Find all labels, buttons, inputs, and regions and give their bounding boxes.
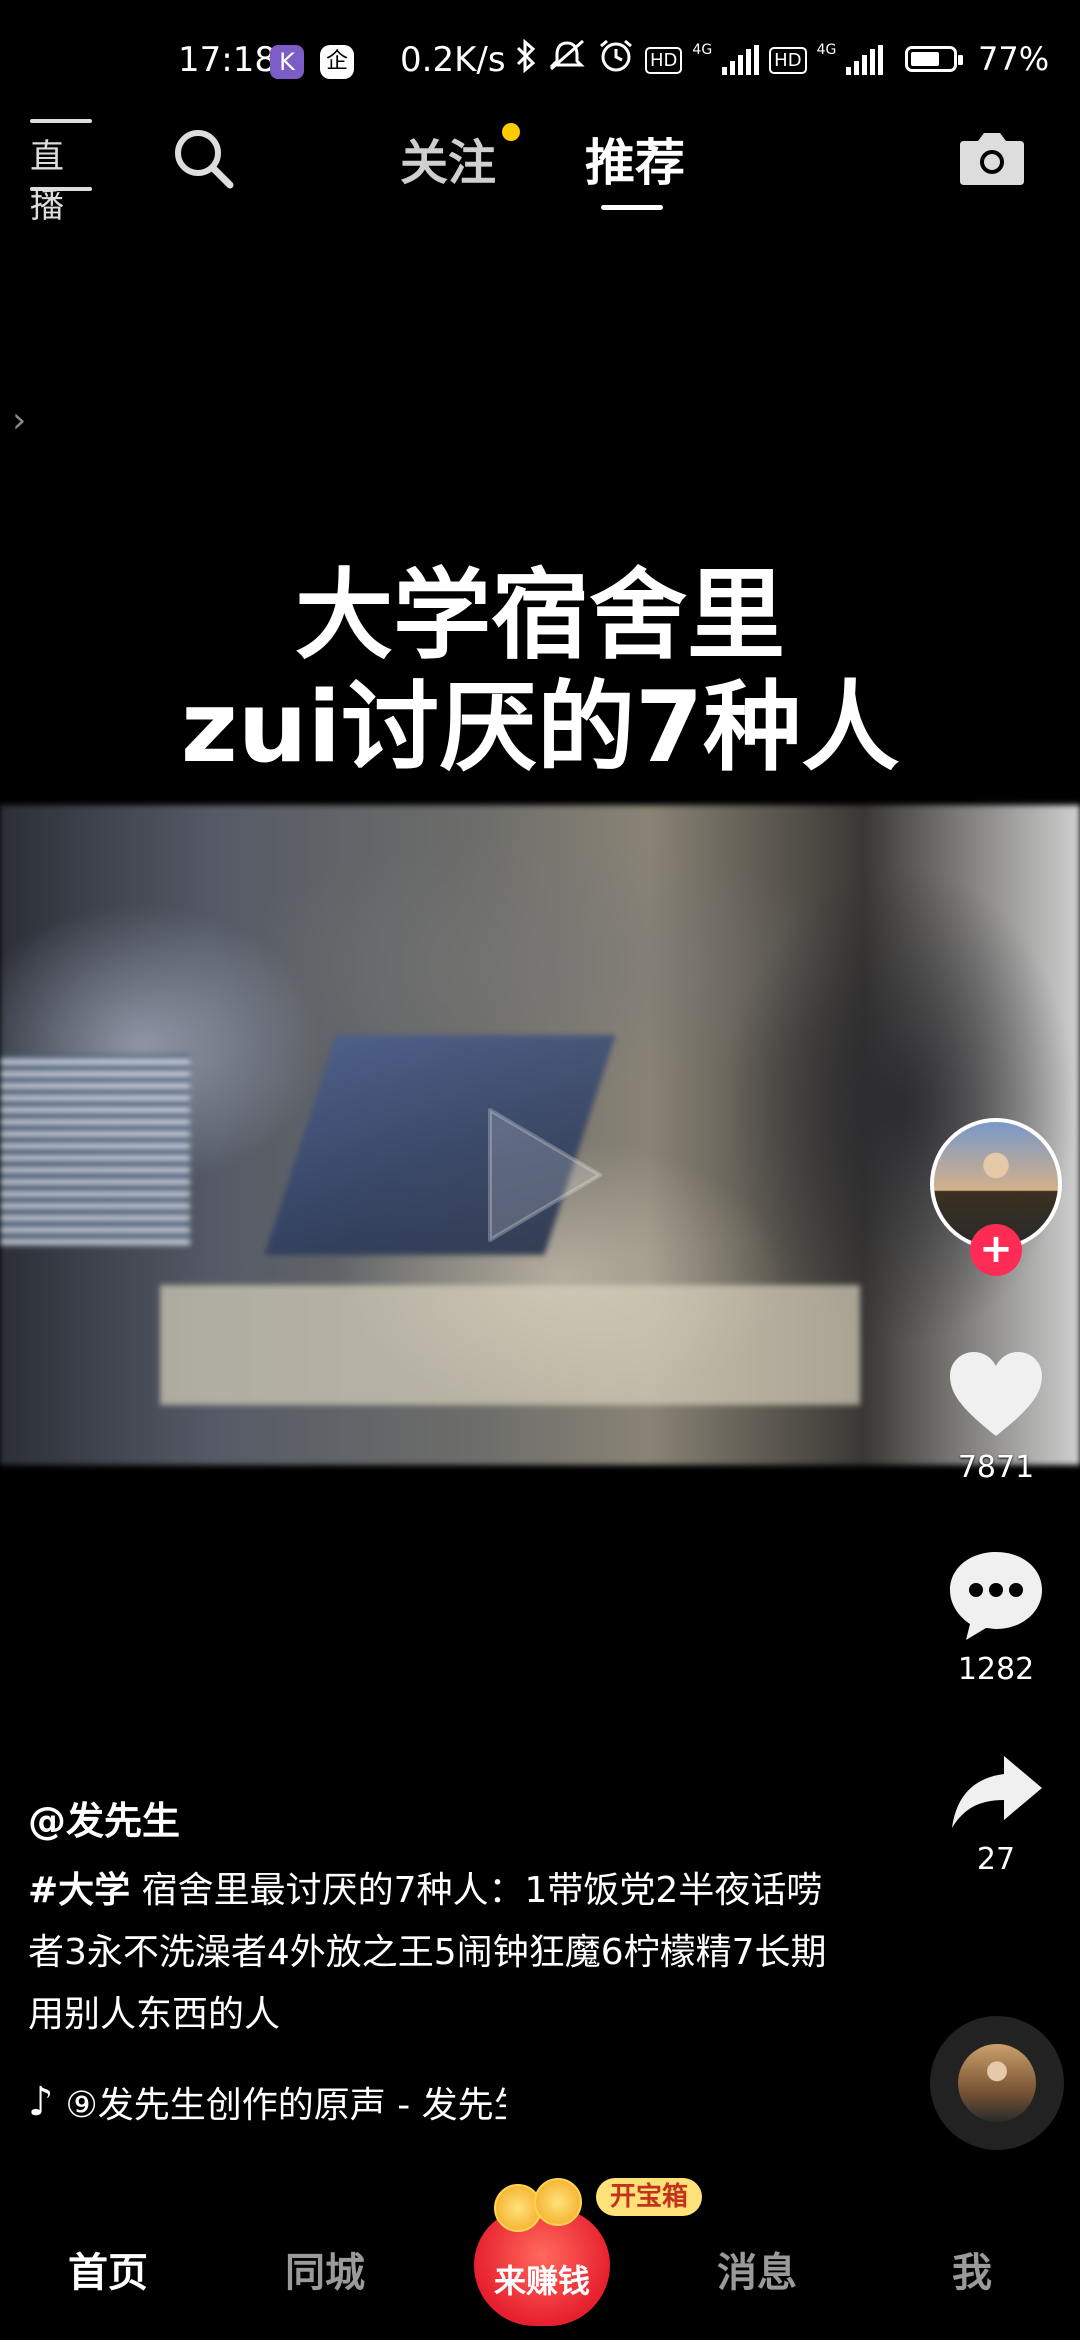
music-info[interactable]: ♪ ⑨发先生创作的原声 - 发先生 [28,2076,506,2128]
video-description: #大学 宿舍里最讨厌的7种人：1带饭党2半夜话唠者3永不洗澡者4外放之王5闹钟狂… [28,1860,828,2046]
comment-button[interactable]: 1282 [930,1548,1062,1687]
share-count: 27 [976,1842,1016,1877]
status-bar: 17:18 K 企 0.2K/s HD 4G HD 4G 77% [0,0,1080,120]
nav-home[interactable]: 首页 [68,2240,148,2298]
battery-icon [905,46,963,72]
earn-money-button[interactable]: 来赚钱 [474,2178,610,2328]
active-tab-indicator [601,205,663,210]
top-nav: 直播 关注 推荐 [0,115,1080,226]
network-speed: 0.2K/s [400,40,506,80]
network-type: 4G [692,42,713,58]
k-app-icon: K [270,45,304,79]
hd-badge: HD [769,46,807,74]
coin-icon [534,2178,582,2226]
new-content-dot [502,123,520,141]
hashtag-link[interactable]: #大学 [28,1870,130,1911]
alarm-icon [597,38,635,82]
network-type: 4G [816,42,837,58]
battery-percent: 77% [978,40,1050,78]
tab-recommend[interactable]: 推荐 [585,123,685,195]
hd-badge: HD [645,46,683,74]
music-disc[interactable] [930,2016,1064,2150]
share-icon [930,1752,1062,1832]
play-icon[interactable] [470,1090,620,1260]
comment-count: 1282 [957,1652,1035,1687]
music-disc-cover [958,2044,1036,2122]
chevron-right-icon[interactable]: › [12,400,26,441]
nav-me[interactable]: 我 [952,2240,992,2298]
status-time: 17:18 [178,40,276,80]
signal-icon [846,45,884,75]
tab-follow[interactable]: 关注 [400,123,496,193]
video-title: 大学宿舍里 zui讨厌的7种人 [0,560,1080,784]
video-title-line1: 大学宿舍里 [294,559,785,673]
like-button[interactable]: 7871 [930,1348,1062,1485]
video-title-line2: zui讨厌的7种人 [180,671,900,785]
open-chest-badge[interactable]: 开宝箱 [596,2178,703,2216]
heart-icon [930,1348,1062,1440]
video-desk [160,1285,860,1405]
nav-city[interactable]: 同城 [285,2240,365,2298]
share-button[interactable]: 27 [930,1752,1062,1877]
qq-app-icon: 企 [320,45,354,79]
signal-icon [722,45,760,75]
mute-icon [547,39,587,81]
nav-messages[interactable]: 消息 [717,2240,797,2298]
music-note-icon: ♪ [28,2079,54,2125]
status-icons: HD 4G HD 4G [515,38,884,82]
bluetooth-icon [515,38,537,81]
video-monitor [0,1055,190,1245]
live-label: 直播 [30,137,64,226]
earn-label: 来赚钱 [493,2262,590,2300]
camera-icon[interactable] [958,127,1026,187]
search-icon[interactable] [170,125,236,191]
comment-icon [930,1548,1062,1642]
description-text: 宿舍里最讨厌的7种人：1带饭党2半夜话唠者3永不洗澡者4外放之王5闹钟狂魔6柠檬… [28,1870,827,2035]
like-count: 7871 [957,1450,1035,1485]
live-button[interactable]: 直播 [30,119,92,226]
author-name[interactable]: @发先生 [28,1790,180,1845]
follow-plus-button[interactable]: + [970,1224,1022,1276]
music-title: ⑨发先生创作的原声 - 发先生 [65,2085,506,2126]
